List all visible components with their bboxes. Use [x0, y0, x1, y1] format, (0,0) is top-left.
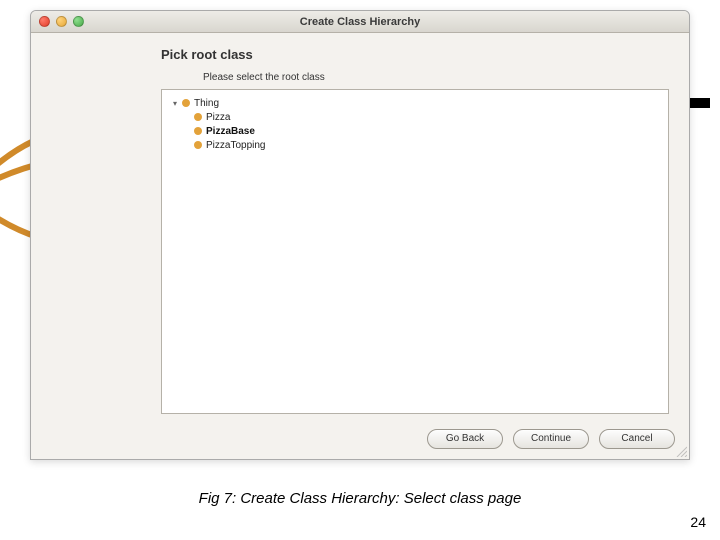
collapse-icon[interactable]: ▾	[170, 99, 180, 108]
class-icon	[194, 127, 202, 135]
cancel-button[interactable]: Cancel	[599, 429, 675, 449]
go-back-button[interactable]: Go Back	[427, 429, 503, 449]
figure-caption: Fig 7: Create Class Hierarchy: Select cl…	[0, 490, 720, 507]
tree-child-label: Pizza	[206, 112, 230, 123]
titlebar: Create Class Hierarchy	[31, 11, 689, 33]
page-heading: Pick root class	[161, 47, 669, 62]
continue-button[interactable]: Continue	[513, 429, 589, 449]
window-title: Create Class Hierarchy	[31, 16, 689, 28]
tree-child-label: PizzaBase	[206, 126, 255, 137]
button-row: Go Back Continue Cancel	[31, 423, 689, 459]
window-controls	[39, 16, 84, 27]
tree-child-row-selected[interactable]: PizzaBase	[170, 124, 660, 138]
resize-grip-icon[interactable]	[675, 445, 687, 457]
tree-child-row[interactable]: PizzaTopping	[170, 138, 660, 152]
tree-root-label: Thing	[194, 98, 219, 109]
class-icon	[194, 141, 202, 149]
dialog-content: Pick root class Please select the root c…	[31, 33, 689, 423]
tree-child-label: PizzaTopping	[206, 140, 265, 151]
minimize-icon[interactable]	[56, 16, 67, 27]
tree-root-row[interactable]: ▾ Thing	[170, 96, 660, 110]
close-icon[interactable]	[39, 16, 50, 27]
class-icon	[182, 99, 190, 107]
instruction-text: Please select the root class	[203, 72, 669, 83]
dialog-window: Create Class Hierarchy Pick root class P…	[30, 10, 690, 460]
tree-child-row[interactable]: Pizza	[170, 110, 660, 124]
class-tree-panel[interactable]: ▾ Thing Pizza PizzaBase PizzaTopping	[161, 89, 669, 414]
zoom-icon[interactable]	[73, 16, 84, 27]
page-number: 24	[690, 514, 706, 530]
class-icon	[194, 113, 202, 121]
